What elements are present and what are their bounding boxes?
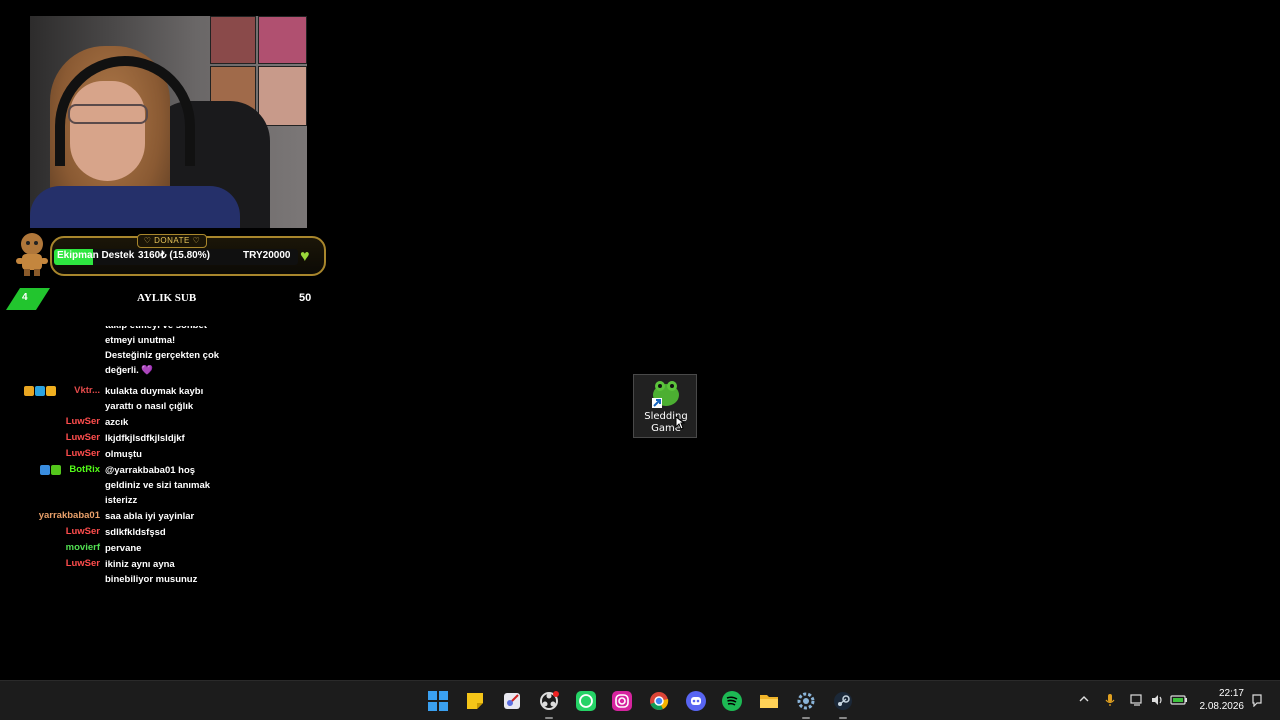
crown-badge-icon [23, 385, 34, 396]
taskbar-spotify[interactable] [719, 688, 745, 714]
donate-amount: 3160₺ (15.80%) [138, 250, 210, 261]
chat-username[interactable]: LuwSer [66, 432, 100, 443]
chat-message-text: lkjdfkjlsdfkjlsldjkf [105, 433, 185, 444]
chat-badges [23, 385, 57, 396]
donate-tag: ♡ DONATE ♡ [137, 234, 207, 248]
chat-username[interactable]: LuwSer [66, 448, 100, 459]
taskbar-obs[interactable] [536, 688, 562, 714]
taskbar-instagram[interactable] [609, 688, 635, 714]
clock-date: 2.08.2026 [1199, 701, 1245, 712]
chat-message-text: ikiniz aynı ayna binebiliyor musunuz [105, 559, 198, 585]
verified-badge-icon [51, 464, 62, 475]
obs-icon [540, 691, 559, 710]
taskbar-settings[interactable] [793, 688, 819, 714]
frog-shortcut-icon [652, 381, 679, 408]
taskbar-whatsapp[interactable] [573, 688, 599, 714]
chat-username[interactable]: LuwSer [66, 526, 100, 537]
desktop-shortcut-sledding-game[interactable]: Sledding Game [633, 374, 697, 438]
battery-icon[interactable] [1170, 693, 1188, 709]
sub-badge-icon [6, 288, 50, 310]
microphone-icon[interactable] [1104, 693, 1116, 709]
discord-icon [686, 691, 706, 711]
bot-badge-icon [40, 464, 51, 475]
chat-username[interactable]: LuwSer [66, 558, 100, 569]
windows-icon [428, 691, 448, 711]
chat-username[interactable]: yarrakbaba01 [39, 510, 100, 521]
network-icon[interactable] [1130, 693, 1144, 709]
whatsapp-icon [576, 691, 596, 711]
sub-target: 50 [299, 292, 312, 304]
chat-message-text: takip etmeyi ve sohbet etmeyi unutma! De… [105, 326, 220, 376]
mascot-icon [16, 233, 48, 276]
bits-badge-icon [45, 385, 56, 396]
taskbar-snipping-tool[interactable] [499, 688, 525, 714]
chat-username[interactable]: LuwSer [66, 416, 100, 427]
chat-username[interactable]: BotRix [69, 464, 100, 475]
instagram-icon [612, 691, 632, 711]
mouse-cursor-icon [675, 416, 685, 430]
notification-icon[interactable] [1251, 693, 1263, 709]
sub-label: AYLIK SUB [137, 292, 197, 304]
taskbar-discord[interactable] [683, 688, 709, 714]
start-button[interactable] [425, 688, 451, 714]
taskbar-sticky-notes[interactable] [462, 688, 488, 714]
chat-message-text: pervane [105, 543, 142, 554]
heart-icon: ♥ [300, 248, 310, 265]
spotify-icon [722, 691, 742, 711]
taskbar-chrome[interactable] [646, 688, 672, 714]
chrome-icon [650, 692, 669, 710]
settings-icon [797, 692, 815, 710]
chat-username[interactable]: Vktr... [74, 385, 100, 396]
desktop-screen: ♡ DONATE ♡ Ekipman Destek 3160₺ (15.80%)… [0, 0, 1280, 720]
chat-overlay: takip etmeyi ve sohbet etmeyi unutma! De… [0, 326, 230, 590]
sticky-notes-icon [467, 693, 483, 709]
taskbar: 22:17 2.08.2026 [0, 680, 1280, 720]
chat-message-text: azcık [105, 417, 129, 428]
chat-message-text: saa abla iyi yayinlar [105, 511, 195, 522]
chat-message-text: @yarrakbaba01 hoş geldiniz ve sizi tanım… [105, 465, 211, 506]
tray-overflow-chevron-icon[interactable] [1078, 693, 1090, 709]
chat-message-text: olmuştu [105, 449, 142, 460]
chat-message-text: kulakta duymak kaybı yarattı o nasıl çığ… [105, 386, 204, 412]
volume-icon[interactable] [1150, 693, 1164, 709]
steam-icon [834, 692, 852, 710]
chat-badges [40, 464, 62, 475]
chat-message-text: sdlkfkldsfşsd [105, 527, 166, 538]
taskbar-steam[interactable] [830, 688, 856, 714]
webcam-feed [30, 16, 307, 228]
donate-goal-widget: ♡ DONATE ♡ Ekipman Destek 3160₺ (15.80%)… [10, 230, 326, 285]
taskbar-file-explorer[interactable] [756, 688, 782, 714]
sub-count: 4 [22, 292, 28, 303]
folder-icon [760, 695, 778, 708]
clock-time: 22:17 [1218, 688, 1244, 699]
chat-username[interactable]: movierf [66, 542, 100, 553]
snipping-tool-icon [504, 693, 520, 709]
donate-target: TRY20000 [243, 250, 291, 261]
desktop-shortcut-label: Sledding Game [644, 411, 688, 434]
gift-badge-icon [34, 385, 45, 396]
sub-goal-widget: 4 AYLIK SUB 50 [4, 286, 316, 312]
donate-donor: Ekipman Destek [57, 250, 135, 261]
taskbar-clock[interactable]: 22:17 2.08.2026 [1200, 687, 1245, 713]
